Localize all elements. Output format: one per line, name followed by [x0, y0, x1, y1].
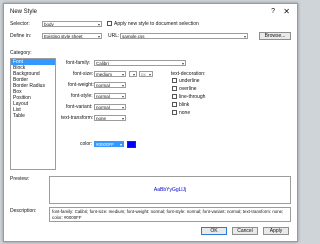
text-transform-value: none [96, 116, 107, 121]
none-label: none [179, 110, 191, 116]
new-style-dialog: New Style ? ✕ Selector: body ▾ Apply new… [3, 3, 298, 242]
blink-checkbox[interactable] [172, 102, 177, 107]
overline-checkbox[interactable] [172, 86, 177, 91]
color-dropdown[interactable]: #0000FF ▾ [94, 141, 124, 147]
underline-checkbox[interactable] [172, 78, 177, 83]
font-size-value: medium [96, 72, 113, 77]
font-style-label: font-style: [71, 93, 93, 99]
description-label: Description: [10, 208, 37, 214]
chevron-down-icon: ▾ [181, 61, 184, 66]
text-transform-label: text-transform: [61, 115, 94, 121]
font-size-dropdown[interactable]: medium ▾ [94, 71, 126, 77]
selector-label: Selector: [10, 21, 30, 27]
chevron-down-icon: ▾ [132, 72, 135, 77]
font-weight-value: normal [96, 83, 110, 88]
font-size-unit-value: px [141, 72, 146, 77]
font-family-value: Calibri [96, 61, 109, 66]
none-checkbox[interactable] [172, 110, 177, 115]
line-through-checkbox[interactable] [172, 94, 177, 99]
description-text: font-family: Calibri; font-size: medium;… [49, 207, 291, 222]
overline-label: overline [179, 86, 197, 92]
category-label: Category: [10, 50, 32, 56]
browse-button[interactable]: Browse... [259, 32, 291, 40]
color-value: #0000FF [96, 142, 115, 147]
font-variant-label: font-variant: [66, 104, 93, 110]
font-size-unit-dropdown[interactable]: px ▾ [139, 71, 153, 77]
font-weight-dropdown[interactable]: normal ▾ [94, 82, 126, 88]
chevron-down-icon: ▾ [119, 142, 122, 147]
font-variant-dropdown[interactable]: normal ▾ [94, 104, 126, 110]
help-icon[interactable]: ? [271, 8, 275, 15]
apply-button[interactable]: Apply [263, 227, 289, 235]
font-size-label: font-size: [73, 71, 94, 77]
title-bar: New Style ? ✕ [4, 4, 297, 20]
preview-sample-text: AaBbYyGgLlJj [153, 187, 187, 193]
chevron-down-icon: ▾ [121, 116, 124, 121]
category-list[interactable]: Font Block Background Border Border Radi… [10, 58, 56, 170]
url-label: URL: [108, 33, 120, 39]
define-in-dropdown[interactable]: Existing style sheet ▾ [42, 33, 102, 39]
chevron-down-icon: ▾ [97, 34, 100, 39]
chevron-down-icon: ▾ [121, 94, 124, 99]
define-in-label: Define in: [10, 33, 32, 39]
font-variant-value: normal [96, 105, 110, 110]
text-transform-dropdown[interactable]: none ▾ [94, 115, 126, 121]
chevron-down-icon: ▾ [121, 83, 124, 88]
font-weight-label: font-weight: [68, 82, 94, 88]
url-value: sample.css [122, 34, 145, 39]
font-style-dropdown[interactable]: normal ▾ [94, 93, 126, 99]
dialog-title: New Style [10, 9, 38, 15]
font-style-value: normal [96, 94, 110, 99]
chevron-down-icon: ▾ [121, 105, 124, 110]
line-through-label: line-through [179, 94, 206, 100]
ok-button[interactable]: OK [201, 227, 227, 235]
color-swatch[interactable] [127, 141, 136, 148]
font-size-number-stepper[interactable]: ▾ [129, 71, 137, 77]
apply-to-selection-label: Apply new style to document selection [114, 21, 199, 27]
blink-label: blink [179, 102, 190, 108]
selector-value: body [44, 22, 54, 27]
color-label: color: [80, 141, 93, 147]
font-family-label: font-family: [66, 60, 91, 66]
chevron-down-icon: ▾ [148, 72, 151, 77]
chevron-down-icon: ▾ [97, 22, 100, 27]
font-family-dropdown[interactable]: Calibri ▾ [94, 60, 186, 66]
text-decoration-label: text-decoration: [171, 71, 206, 77]
category-item-table[interactable]: Table [11, 113, 55, 119]
underline-label: underline [179, 78, 200, 84]
chevron-down-icon: ▾ [243, 34, 246, 39]
close-icon[interactable]: ✕ [283, 7, 290, 16]
chevron-down-icon: ▾ [121, 72, 124, 77]
apply-to-selection-checkbox[interactable] [107, 21, 112, 26]
preview-label: Preview: [10, 176, 30, 182]
url-dropdown[interactable]: sample.css ▾ [120, 33, 248, 39]
selector-dropdown[interactable]: body ▾ [42, 21, 102, 27]
cancel-button[interactable]: Cancel [232, 227, 258, 235]
preview-box: AaBbYyGgLlJj [49, 176, 291, 204]
define-in-value: Existing style sheet [44, 34, 83, 39]
